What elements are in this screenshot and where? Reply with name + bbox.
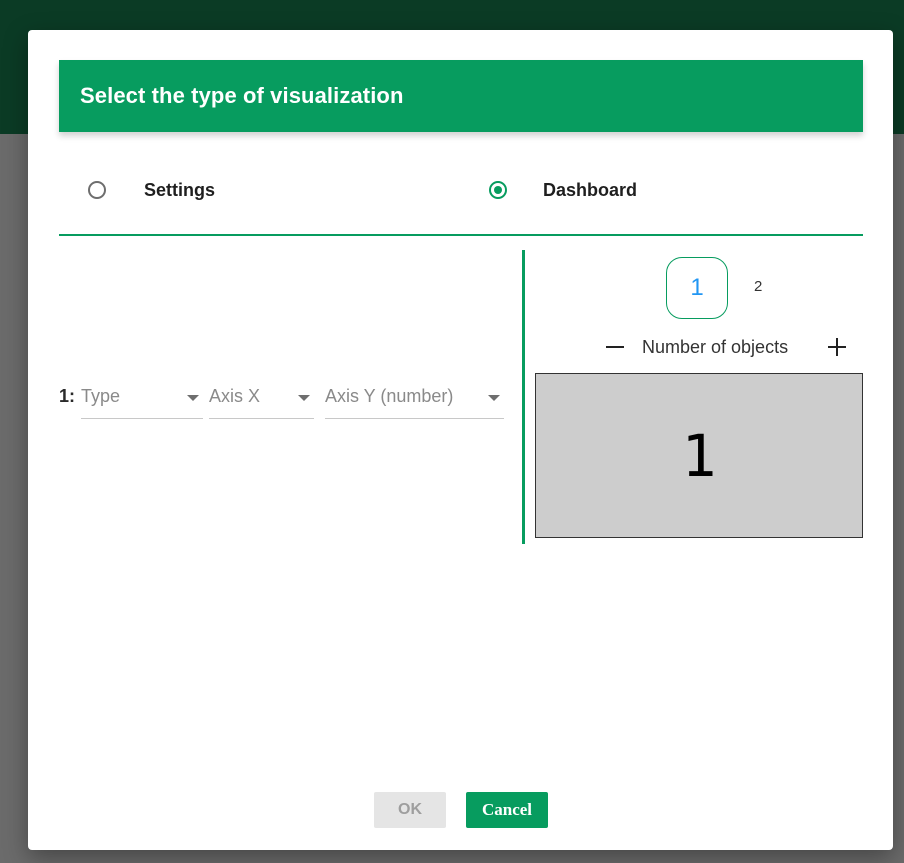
caret-down-icon[interactable] <box>298 395 310 401</box>
dialog-title: Select the type of visualization <box>80 83 404 108</box>
dialog-footer: OK Cancel <box>374 792 554 830</box>
dialog-title-bar: Select the type of visualization <box>59 60 863 132</box>
number-of-objects-label: Number of objects <box>642 337 789 357</box>
settings-radio-label[interactable]: Settings <box>144 180 215 201</box>
ok-button[interactable]: OK <box>374 792 446 828</box>
dashboard-radio-option[interactable]: Dashboard <box>489 168 637 212</box>
dashboard-radio-button[interactable] <box>489 181 507 199</box>
preview-slot-number: 1 <box>681 421 717 490</box>
settings-radio-option[interactable]: Settings <box>88 168 215 212</box>
visualization-dialog: Select the type of visualization Setting… <box>28 30 893 850</box>
axis-y-select-placeholder: Axis Y (number) <box>325 386 454 406</box>
dashboard-radio-label[interactable]: Dashboard <box>543 180 637 201</box>
axis-x-select[interactable]: Axis X <box>209 378 314 419</box>
chart-config-row: 1: Type Axis X Axis Y (number) <box>59 378 509 420</box>
row-index: 1: <box>59 386 76 406</box>
type-select[interactable]: Type <box>81 378 203 419</box>
view-type-radio-group: Settings Dashboard <box>59 168 863 212</box>
page-button-2[interactable]: 2 <box>754 278 762 295</box>
minus-icon[interactable] <box>604 332 626 362</box>
axis-y-select[interactable]: Axis Y (number) <box>325 378 504 419</box>
type-select-placeholder: Type <box>81 386 121 406</box>
page-button-1[interactable]: 1 <box>666 257 728 319</box>
dashboard-pager: 1 2 <box>666 257 796 321</box>
axis-x-select-placeholder: Axis X <box>209 386 261 406</box>
section-divider <box>59 234 863 236</box>
settings-radio-button[interactable] <box>88 181 106 199</box>
number-of-objects-control: Number of objects <box>598 332 853 362</box>
caret-down-icon[interactable] <box>187 395 199 401</box>
layout-preview-slot[interactable]: 1 <box>535 373 863 538</box>
caret-down-icon[interactable] <box>488 395 500 401</box>
panel-divider <box>522 250 525 544</box>
cancel-button[interactable]: Cancel <box>466 792 548 828</box>
plus-icon[interactable] <box>826 332 848 362</box>
